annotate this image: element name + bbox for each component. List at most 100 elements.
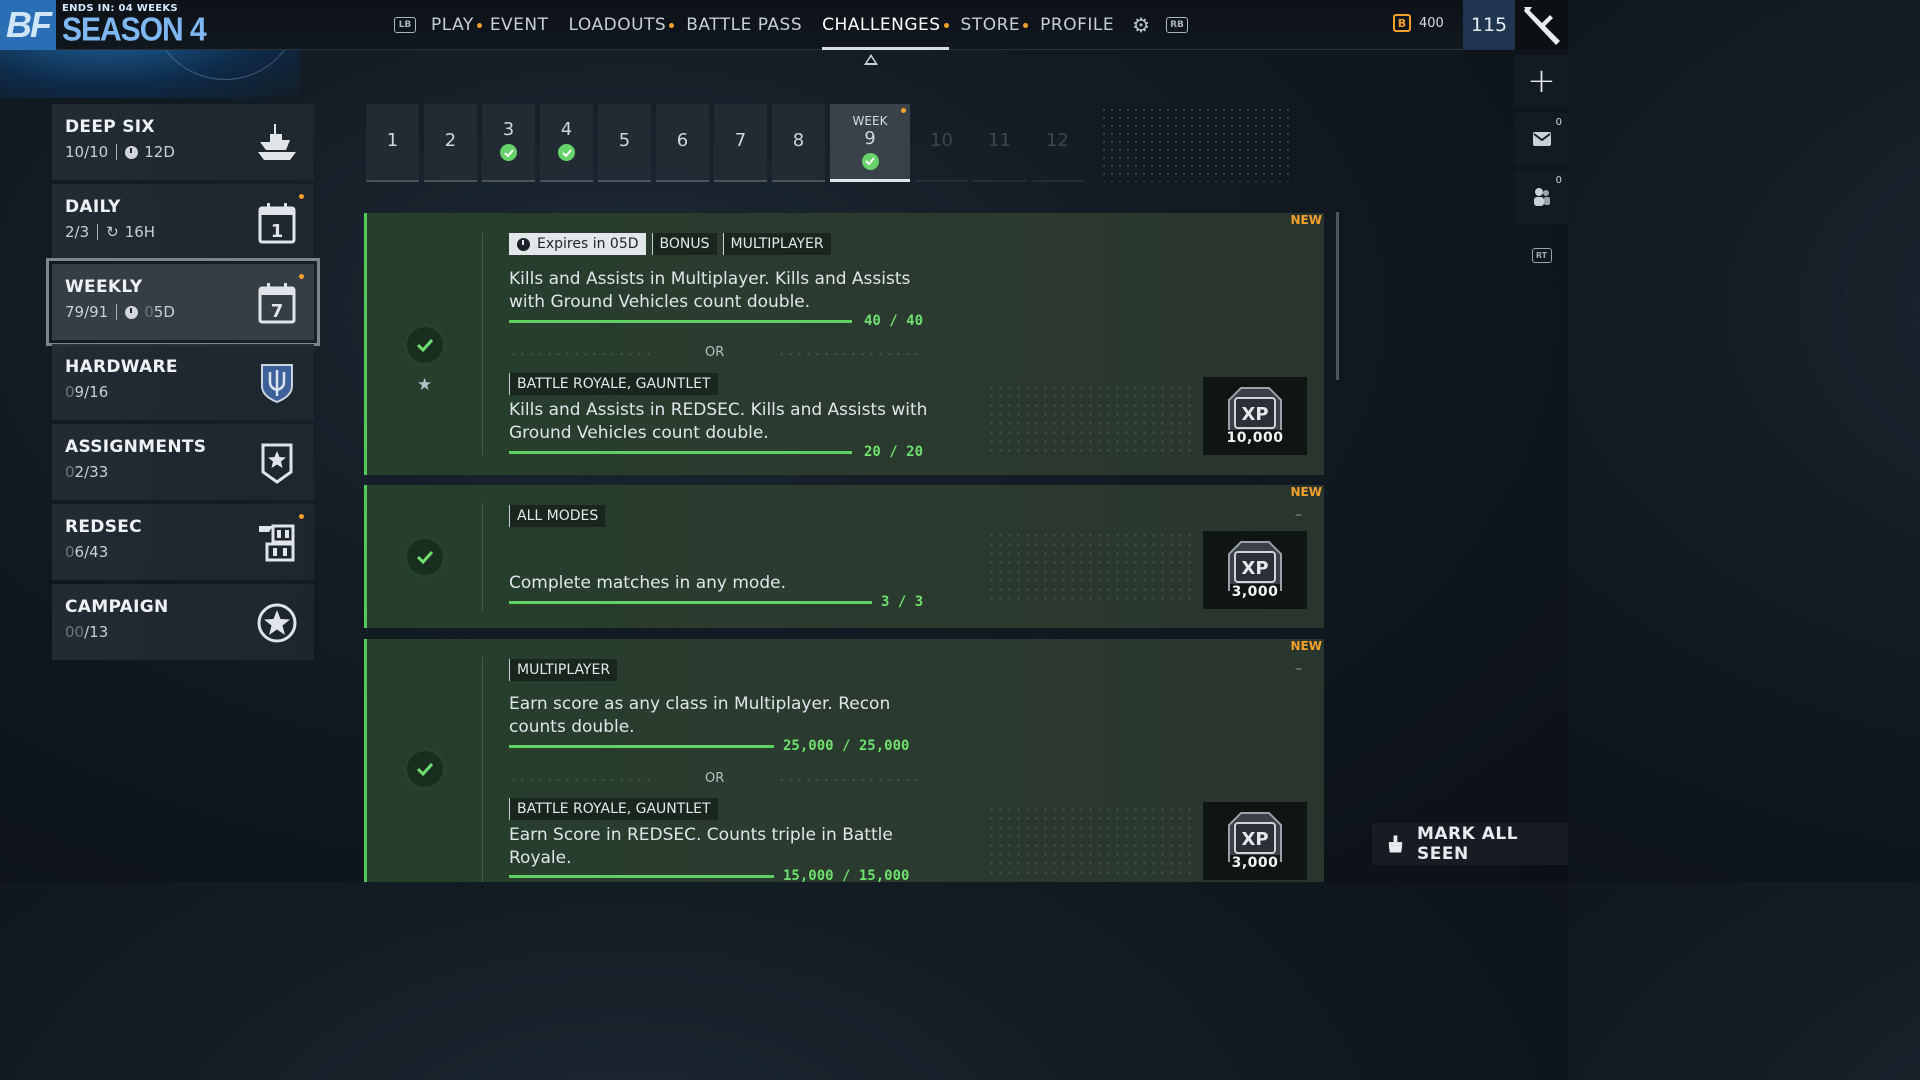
add-friend-button[interactable]: +: [1515, 55, 1568, 107]
divider: [116, 144, 118, 160]
challenge-description: Earn score as any class in Multiplayer. …: [509, 694, 891, 737]
mode-tag: MULTIPLAYER: [509, 659, 618, 681]
divider: [482, 503, 483, 611]
nav-tab-store[interactable]: STORE: [961, 0, 1029, 50]
notification-dot: [901, 108, 906, 113]
or-label: OR: [705, 345, 725, 360]
challenge-tags: Expires in 05D BONUS MULTIPLAYER: [509, 233, 831, 255]
week-tab-2[interactable]: 2: [424, 104, 477, 182]
clock-icon: [125, 305, 139, 319]
or-label: OR: [705, 771, 725, 786]
week-tab-5[interactable]: 5: [598, 104, 651, 182]
divider: [482, 233, 483, 455]
or-separator: OR: [509, 771, 922, 787]
new-badge: NEW: [1290, 213, 1322, 227]
challenge-alt-description: Kills and Assists in REDSEC. Kills and A…: [509, 400, 928, 443]
warship-icon: [254, 120, 300, 166]
clock-icon: [125, 145, 139, 159]
mode-tag: BONUS: [651, 233, 717, 255]
week-number: 5: [618, 129, 631, 151]
progress-leading-zero: 0: [65, 463, 75, 481]
week-number: 3: [502, 119, 515, 140]
category-progress: 79/91: [65, 303, 109, 321]
complete-check-icon: [558, 144, 575, 161]
nav-tab-label: CHALLENGES: [822, 15, 941, 35]
dot-line-decoration: [777, 351, 922, 357]
complete-check-icon: [500, 144, 517, 161]
dot-pattern-decoration: [987, 383, 1197, 457]
calendar-day-icon: 1: [254, 200, 300, 246]
week-tab-6[interactable]: 6: [656, 104, 709, 182]
inbox-button[interactable]: 0: [1515, 113, 1568, 165]
category-hardware[interactable]: HARDWARE 09/16: [52, 344, 314, 420]
week-tab-8[interactable]: 8: [772, 104, 825, 182]
category-assignments[interactable]: ASSIGNMENTS 02/33: [52, 424, 314, 500]
shield-emblem-icon: [254, 360, 300, 406]
week-tab-12: 12: [1031, 104, 1084, 182]
progress-bar: [509, 601, 872, 604]
completed-check-icon: [407, 751, 443, 787]
progress-text: 15,000 / 15,000: [783, 868, 910, 884]
completed-check-icon: [407, 539, 443, 575]
challenge-alt-tags: BATTLE ROYALE, GAUNTLET: [509, 373, 718, 395]
redsec-logo-icon: [254, 520, 300, 566]
scrollbar-thumb[interactable]: [1336, 212, 1339, 380]
mail-icon: [1532, 132, 1551, 146]
nav-tab-play[interactable]: PLAY: [431, 0, 482, 50]
xp-reward: XP 10,000: [1203, 377, 1307, 455]
week-tab-1[interactable]: 1: [366, 104, 419, 182]
dot-line-decoration: [509, 351, 654, 357]
week-tab-11: 11: [973, 104, 1026, 182]
nav-tab-event[interactable]: EVENT: [490, 0, 549, 50]
player-emblem-icon[interactable]: [1515, 0, 1568, 50]
calendar-number: 7: [271, 301, 284, 322]
xp-reward: XP 3,000: [1203, 802, 1307, 880]
category-redsec[interactable]: REDSEC 06/43: [52, 504, 314, 580]
nav-tab-battle-pass[interactable]: BATTLE PASS: [686, 0, 802, 50]
category-timer: 16H: [124, 223, 156, 241]
currency-display[interactable]: B 400: [1393, 14, 1444, 32]
week-tab-9[interactable]: WEEK 9: [830, 104, 910, 182]
dot-pattern-decoration: [987, 531, 1197, 605]
bf-logo[interactable]: BF: [0, 0, 56, 50]
week-selector: 1 2 3 4 5 6 7 8 WEEK 9 10 11 12: [366, 104, 1084, 182]
category-timer: 5D: [153, 303, 175, 321]
nav-tab-label: EVENT: [489, 15, 549, 35]
challenge-card[interactable]: NEW – MULTIPLAYER Earn score as any clas…: [364, 639, 1324, 884]
main-nav: LB PLAY EVENT LOADOUTS BATTLE PASS CHALL…: [394, 0, 1189, 50]
squad-button[interactable]: 0: [1515, 171, 1568, 223]
challenge-tags: MULTIPLAYER: [509, 659, 618, 681]
svg-text:XP: XP: [1241, 404, 1268, 425]
expires-tag: Expires in 05D: [509, 233, 646, 255]
mark-all-seen-label: MARK ALL SEEN: [1416, 824, 1519, 864]
xp-amount: 10,000: [1224, 430, 1286, 446]
player-level-badge[interactable]: 115: [1463, 0, 1515, 50]
notification-dot: [476, 22, 482, 28]
category-deep-six[interactable]: DEEP SIX 10/10 12D: [52, 104, 314, 180]
week-tab-3[interactable]: 3: [482, 104, 535, 182]
category-progress: 9/16: [74, 383, 109, 401]
gear-icon[interactable]: ⚙: [1132, 13, 1150, 37]
week-tab-4[interactable]: 4: [540, 104, 593, 182]
notification-dot: [299, 194, 304, 199]
nav-tab-challenges[interactable]: CHALLENGES: [822, 0, 949, 50]
triangle-indicator-icon: [864, 54, 878, 65]
challenge-card[interactable]: NEW ★ Expires in 05D BONUS MULTIPLAYER K…: [364, 213, 1324, 475]
sweep-icon: [1388, 835, 1403, 853]
nav-tab-profile[interactable]: PROFILE: [1040, 0, 1114, 50]
category-weekly[interactable]: WEEKLY 79/91 05D 7: [46, 258, 320, 346]
progress-bar: [509, 451, 852, 454]
progress-leading-zero: 0: [65, 543, 75, 561]
week-tab-7[interactable]: 7: [714, 104, 767, 182]
season-title[interactable]: SEASON 4: [62, 12, 207, 49]
completed-check-icon: [407, 327, 443, 363]
category-campaign[interactable]: CAMPAIGN 00/13: [52, 584, 314, 660]
category-daily[interactable]: DAILY 2/3 ↻ 16H 1: [52, 184, 314, 260]
mark-all-seen-button[interactable]: MARK ALL SEEN: [1372, 823, 1568, 865]
mode-tag: ALL MODES: [509, 505, 606, 527]
week-number: 2: [444, 129, 457, 151]
challenge-card[interactable]: NEW – ALL MODES Complete matches in any …: [364, 485, 1324, 628]
status-dash: –: [1295, 507, 1302, 523]
nav-tab-loadouts[interactable]: LOADOUTS: [569, 0, 675, 50]
favorite-star-icon[interactable]: ★: [417, 375, 432, 395]
